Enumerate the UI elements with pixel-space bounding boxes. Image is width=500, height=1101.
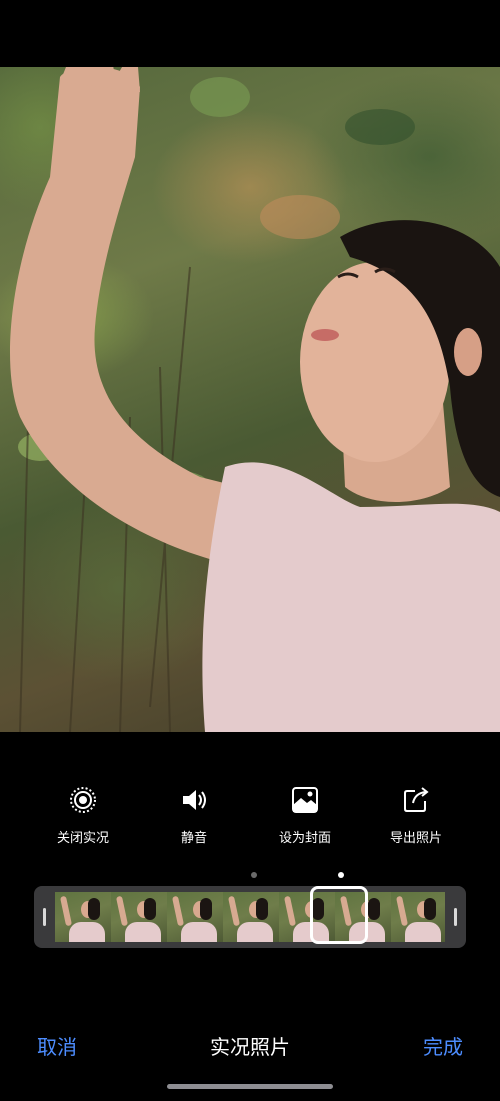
page-dot[interactable]	[251, 872, 257, 878]
export-photo-label: 导出照片	[389, 831, 442, 846]
mute-label: 静音	[180, 831, 207, 846]
live-photo-icon	[68, 785, 98, 815]
turn-off-live-button[interactable]: 关闭实况	[28, 785, 138, 846]
bottom-bar: 取消 实况照片 完成	[0, 1025, 500, 1065]
done-button[interactable]: 完成	[423, 1031, 463, 1060]
frame-timeline[interactable]	[34, 886, 466, 948]
photo-image	[10, 67, 500, 732]
export-photo-button[interactable]: 导出照片	[361, 785, 471, 846]
set-cover-label: 设为封面	[278, 831, 331, 846]
timeline-start-handle[interactable]	[43, 908, 46, 926]
set-cover-button[interactable]: 设为封面	[250, 785, 360, 846]
timeline-frame[interactable]	[223, 892, 279, 942]
timeline-frame[interactable]	[167, 892, 223, 942]
mute-button[interactable]: 静音	[139, 785, 249, 846]
turn-off-live-label: 关闭实况	[56, 831, 109, 846]
timeline-frame[interactable]	[391, 892, 445, 942]
page-indicator	[0, 872, 500, 880]
key-frame-selector[interactable]	[310, 886, 368, 944]
action-toolbar: 关闭实况 静音 设为封面 导出照片	[0, 785, 500, 855]
frame-strip[interactable]	[55, 892, 445, 942]
export-icon	[401, 785, 431, 815]
page-dot-active[interactable]	[338, 872, 344, 878]
speaker-icon	[179, 785, 209, 815]
home-indicator[interactable]	[167, 1084, 333, 1089]
photo-cover-icon	[290, 785, 320, 815]
live-photo-preview	[0, 67, 500, 732]
timeline-frame[interactable]	[111, 892, 167, 942]
timeline-end-handle[interactable]	[454, 908, 457, 926]
timeline-frame[interactable]	[55, 892, 111, 942]
